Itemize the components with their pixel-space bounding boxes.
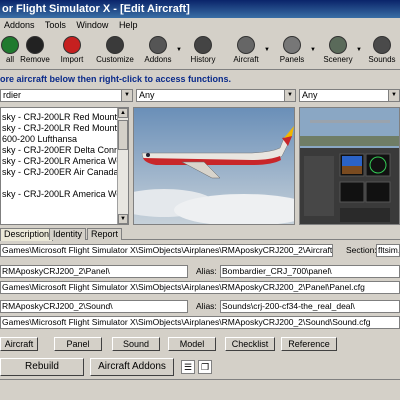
alias-label: Alias: xyxy=(196,301,217,311)
aircraft-icon xyxy=(237,36,255,54)
section-label: Section: xyxy=(346,245,377,255)
aircraft-list[interactable]: sky - CRJ-200LR Red Mountain Airline sky… xyxy=(0,107,129,225)
panel-cfg-path-field[interactable]: Games\Microsoft Flight Simulator X\SimOb… xyxy=(0,281,400,294)
list-item[interactable]: sky - CRJ-200LR Red Mountain Airline xyxy=(1,123,128,134)
alias-label: Alias: xyxy=(196,266,217,276)
sound-alias-field[interactable]: Sounds\crj-200-cf34-the_real_deal\ xyxy=(220,300,400,313)
list-scrollbar[interactable]: ▲ ▼ xyxy=(117,108,128,224)
sound-file-button[interactable]: Sound xyxy=(112,337,160,351)
remove-button[interactable]: Remove xyxy=(15,35,55,68)
sounds-button[interactable]: Sounds xyxy=(362,35,400,68)
reference-file-button[interactable]: Reference xyxy=(281,337,337,351)
chevron-down-icon[interactable]: ▼ xyxy=(310,47,316,53)
panel-file-button[interactable]: Panel xyxy=(54,337,102,351)
customize-icon xyxy=(106,36,124,54)
panel-alias-field[interactable]: Bombardier_CRJ_700\panel\ xyxy=(220,265,400,278)
other-filter[interactable]: Any ▼ xyxy=(299,89,400,102)
menu-help[interactable]: Help xyxy=(119,20,138,30)
panels-icon xyxy=(283,36,301,54)
addons-icon xyxy=(149,36,167,54)
remove-icon xyxy=(26,36,44,54)
customize-button[interactable]: Customize xyxy=(95,35,135,68)
history-icon xyxy=(194,36,212,54)
details-view-icon[interactable]: ☰ xyxy=(181,360,195,374)
model-file-button[interactable]: Model xyxy=(168,337,216,351)
menu-tools[interactable]: Tools xyxy=(45,20,66,30)
cockpit-preview-image xyxy=(299,107,400,225)
chevron-down-icon[interactable]: ▼ xyxy=(264,47,270,53)
scroll-up-icon[interactable]: ▲ xyxy=(118,108,128,118)
aircraft-addons-button[interactable]: Aircraft Addons xyxy=(90,358,174,376)
chevron-down-icon[interactable]: ▼ xyxy=(176,47,182,53)
tab-report[interactable]: Report xyxy=(87,228,123,240)
tab-description[interactable]: Description xyxy=(0,228,54,241)
sounds-icon xyxy=(373,36,391,54)
details-tabs: Description Identity Report xyxy=(0,228,400,241)
panel-folder-field[interactable]: RMAposkyCRJ200_2\Panel\ xyxy=(0,265,188,278)
checklist-file-button[interactable]: Checklist xyxy=(225,337,275,351)
status-bar xyxy=(0,379,400,400)
type-filter[interactable]: Any ▼ xyxy=(136,89,296,102)
panels-button[interactable]: Panels ▼ xyxy=(272,35,316,68)
addons-button[interactable]: Addons ▼ xyxy=(138,35,182,68)
menu-addons[interactable]: Addons xyxy=(4,20,35,30)
chevron-down-icon[interactable]: ▼ xyxy=(284,90,295,101)
scroll-down-icon[interactable]: ▼ xyxy=(118,214,128,224)
import-icon xyxy=(63,36,81,54)
scroll-thumb[interactable] xyxy=(118,120,128,150)
chevron-down-icon[interactable]: ▼ xyxy=(388,90,399,101)
chevron-down-icon[interactable]: ▼ xyxy=(121,90,132,101)
instruction-text: ore aircraft below then right-click to a… xyxy=(0,74,232,84)
section-field[interactable]: fltsim. xyxy=(376,244,400,257)
tab-identity[interactable]: Identity xyxy=(49,228,87,240)
list-item[interactable]: sky - CRJ-200ER Air Canada xyxy=(1,167,128,178)
aircraft-button[interactable]: Aircraft ▼ xyxy=(226,35,270,68)
manufacturer-filter[interactable]: rdier ▼ xyxy=(0,89,133,102)
copy-icon[interactable]: ❐ xyxy=(198,360,212,374)
toolbar: all Remove Import Customize Addons ▼ His… xyxy=(0,33,400,70)
list-item[interactable] xyxy=(1,178,128,189)
import-button[interactable]: Import xyxy=(52,35,92,68)
aircraft-preview-image xyxy=(133,107,295,225)
list-item[interactable]: 600-200 Lufthansa xyxy=(1,134,128,145)
list-item[interactable]: sky - CRJ-200LR America West Expre xyxy=(1,189,128,200)
scenery-button[interactable]: Scenery ▼ xyxy=(318,35,362,68)
list-item[interactable]: sky - CRJ-200ER Delta Connection - S xyxy=(1,145,128,156)
rebuild-button[interactable]: Rebuild xyxy=(0,358,84,376)
sound-cfg-path-field[interactable]: Games\Microsoft Flight Simulator X\SimOb… xyxy=(0,316,400,329)
menu-bar: Addons Tools Window Help xyxy=(0,18,400,33)
menu-window[interactable]: Window xyxy=(76,20,108,30)
history-button[interactable]: History xyxy=(183,35,223,68)
aircraft-cfg-path-field[interactable]: Games\Microsoft Flight Simulator X\SimOb… xyxy=(0,244,333,257)
aircraft-file-button[interactable]: Aircraft xyxy=(0,337,38,351)
scenery-icon xyxy=(329,36,347,54)
sound-folder-field[interactable]: RMAposkyCRJ200_2\Sound\ xyxy=(0,300,188,313)
list-item[interactable]: sky - CRJ-200LR America West Expre xyxy=(1,156,128,167)
window-title: or Flight Simulator X - [Edit Aircraft] xyxy=(0,0,400,18)
list-item[interactable]: sky - CRJ-200LR Red Mountain Airline xyxy=(1,112,128,123)
